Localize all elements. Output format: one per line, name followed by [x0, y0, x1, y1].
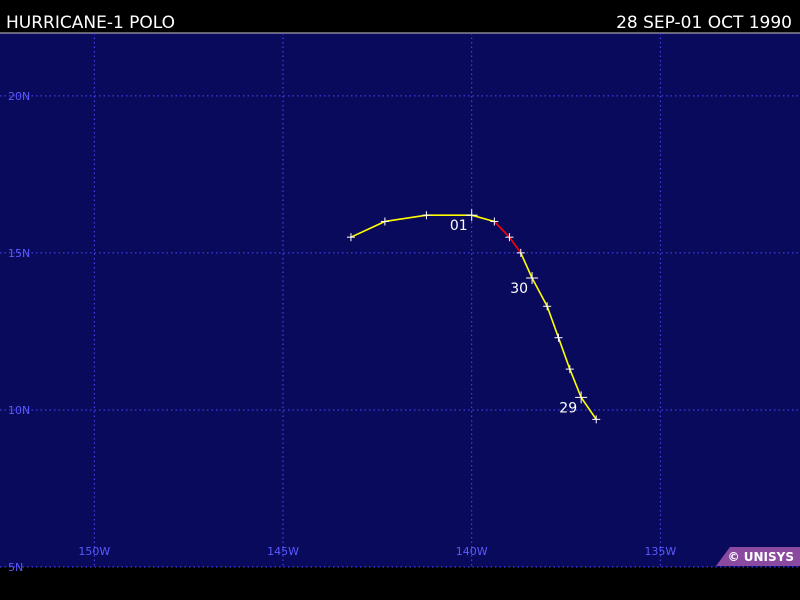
day-label-30: 30: [510, 281, 528, 297]
lat-label-5n: 5N: [8, 561, 23, 574]
tracking-map-page: HURRICANE-1 POLO 28 SEP-01 OCT 1990 20N 1…: [0, 0, 800, 600]
map-background: [0, 33, 800, 567]
unisys-logo: © UNISYS: [727, 550, 794, 564]
lon-label-145w: 145W: [267, 545, 299, 558]
lat-label-15n: 15N: [8, 247, 30, 260]
storm-track-map: 20N15N10N5N 150W145W140W135W130W 293001: [0, 32, 800, 574]
day-label-01: 01: [450, 218, 468, 234]
lon-label-140w: 140W: [456, 545, 488, 558]
lon-label-150w: 150W: [78, 545, 110, 558]
lat-label-20n: 20N: [8, 90, 30, 103]
lat-label-10n: 10N: [8, 404, 30, 417]
day-label-29: 29: [559, 400, 577, 416]
lon-label-135w: 135W: [644, 545, 676, 558]
